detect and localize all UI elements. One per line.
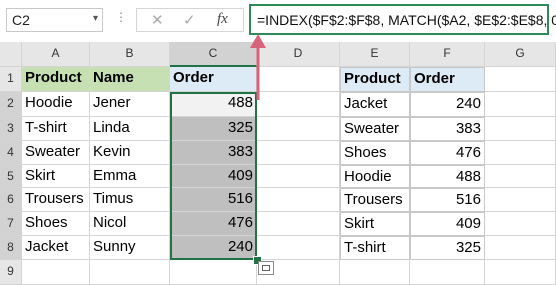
arrow-head	[250, 34, 266, 48]
spreadsheet-window: C2 ▾ ⋮ ✕ ✓ fx =INDEX($F$2:$F$8, MATCH($A…	[0, 0, 556, 285]
quick-analysis-icon[interactable]	[258, 261, 274, 275]
arrow-annotation	[250, 34, 266, 100]
